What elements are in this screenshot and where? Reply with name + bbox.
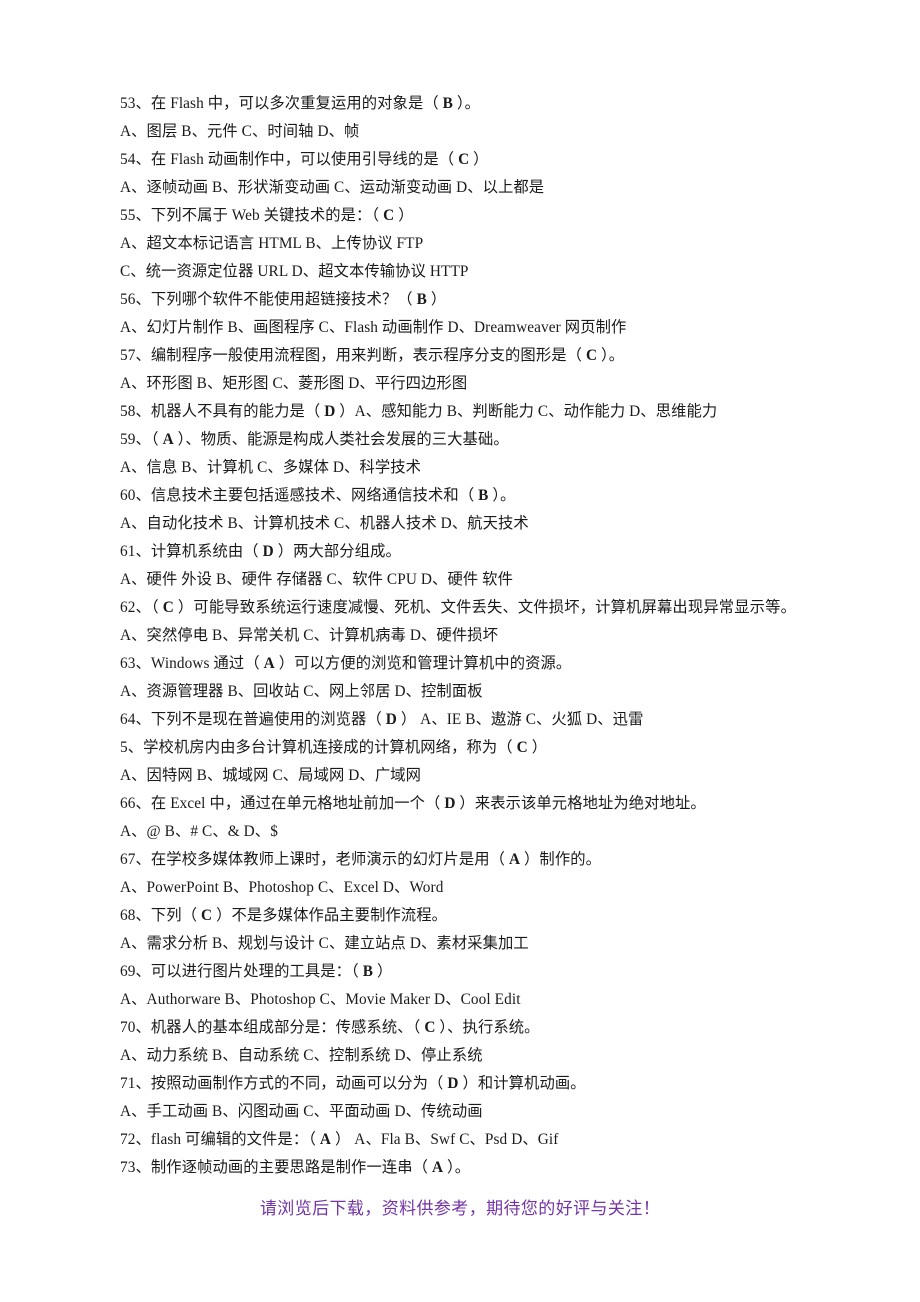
footer-note: 请浏览后下载，资料供参考，期待您的好评与关注！ bbox=[259, 1199, 661, 1218]
option-line-65: A、因特网 B、城域网 C、局域网 D、广域网 bbox=[120, 767, 422, 784]
option-line-54: A、逐帧动画 B、形状渐变动画 C、运动渐变动画 D、以上都是 bbox=[120, 179, 545, 196]
option-line-57: A、环形图 B、矩形图 C、菱形图 D、平行四边形图 bbox=[120, 375, 468, 392]
question-line-55: 55、下列不属于 Web 关键技术的是：（ C ） bbox=[120, 207, 414, 224]
question-line-64: 64、下列不是现在普遍使用的浏览器（ D ） A、IE B、遨游 C、火狐 D、… bbox=[120, 711, 644, 728]
question-line-69: 69、可以进行图片处理的工具是：（ B ） bbox=[120, 963, 393, 980]
question-line-57: 57、编制程序一般使用流程图，用来判断，表示程序分支的图形是（ C ）。 bbox=[120, 347, 625, 364]
question-line-54: 54、在 Flash 动画制作中，可以使用引导线的是（ C ） bbox=[120, 151, 489, 168]
question-line-70: 70、机器人的基本组成部分是：传感系统、（ C ）、执行系统。 bbox=[120, 1019, 540, 1036]
option-line-60: A、自动化技术 B、计算机技术 C、机器人技术 D、航天技术 bbox=[120, 515, 529, 532]
option-line-61: A、硬件 外设 B、硬件 存储器 C、软件 CPU D、硬件 软件 bbox=[120, 571, 513, 588]
question-line-56: 56、下列哪个软件不能使用超链接技术？（ B ） bbox=[120, 291, 447, 308]
option-line-55-ab: A、超文本标记语言 HTML B、上传协议 FTP bbox=[120, 235, 424, 252]
question-line-53: 53、在 Flash 中，可以多次重复运用的对象是（ B ）。 bbox=[120, 95, 481, 112]
question-line-71: 71、按照动画制作方式的不同，动画可以分为（ D ）和计算机动画。 bbox=[120, 1075, 586, 1092]
question-line-60: 60、信息技术主要包括遥感技术、网络通信技术和（ B ）。 bbox=[120, 487, 516, 504]
question-list: 53、在 Flash 中，可以多次重复运用的对象是（ B ）。 A、图层 B、元… bbox=[120, 90, 796, 1182]
question-line-62: 62、（ C ）可能导致系统运行速度减慢、死机、文件丢失、文件损坏，计算机屏幕出… bbox=[120, 599, 796, 644]
option-line-66: A、@ B、# C、& D、$ bbox=[120, 823, 278, 840]
question-line-59: 59、（ A ）、物质、能源是构成人类社会发展的三大基础。 bbox=[120, 431, 509, 448]
option-line-68: A、需求分析 B、规划与设计 C、建立站点 D、素材采集加工 bbox=[120, 935, 529, 952]
question-line-66: 66、在 Excel 中，通过在单元格地址前加一个（ D ）来表示该单元格地址为… bbox=[120, 795, 706, 812]
option-line-59: A、信息 B、计算机 C、多媒体 D、科学技术 bbox=[120, 459, 422, 476]
question-line-68: 68、下列（ C ）不是多媒体作品主要制作流程。 bbox=[120, 907, 448, 924]
option-line-56: A、幻灯片制作 B、画图程序 C、Flash 动画制作 D、Dreamweave… bbox=[120, 319, 627, 336]
option-line-69: A、Authorware B、Photoshop C、Movie Maker D… bbox=[120, 991, 521, 1008]
question-line-72: 72、flash 可编辑的文件是：（ A ） A、Fla B、Swf C、Psd… bbox=[120, 1131, 559, 1148]
question-line-65: 5、学校机房内由多台计算机连接成的计算机网络，称为（ C ） bbox=[120, 739, 548, 756]
question-line-63: 63、Windows 通过（ A ）可以方便的浏览和管理计算机中的资源。 bbox=[120, 655, 572, 672]
option-line-63: A、资源管理器 B、回收站 C、网上邻居 D、控制面板 bbox=[120, 683, 483, 700]
option-line-71: A、手工动画 B、闪图动画 C、平面动画 D、传统动画 bbox=[120, 1103, 483, 1120]
option-line-55-cd: C、统一资源定位器 URL D、超文本传输协议 HTTP bbox=[120, 263, 469, 280]
option-line-67: A、PowerPoint B、Photoshop C、Excel D、Word bbox=[120, 879, 444, 896]
question-line-58: 58、机器人不具有的能力是（ D ）A、感知能力 B、判断能力 C、动作能力 D… bbox=[120, 403, 718, 420]
document-page: 53、在 Flash 中，可以多次重复运用的对象是（ B ）。 A、图层 B、元… bbox=[0, 0, 920, 1302]
option-line-70: A、动力系统 B、自动系统 C、控制系统 D、停止系统 bbox=[120, 1047, 483, 1064]
option-line-53: A、图层 B、元件 C、时间轴 D、帧 bbox=[120, 123, 360, 140]
question-line-67: 67、在学校多媒体教师上课时，老师演示的幻灯片是用（ A ）制作的。 bbox=[120, 851, 602, 868]
question-line-73: 73、制作逐帧动画的主要思路是制作一连串（ A ）。 bbox=[120, 1159, 471, 1176]
question-line-61: 61、计算机系统由（ D ）两大部分组成。 bbox=[120, 543, 401, 560]
